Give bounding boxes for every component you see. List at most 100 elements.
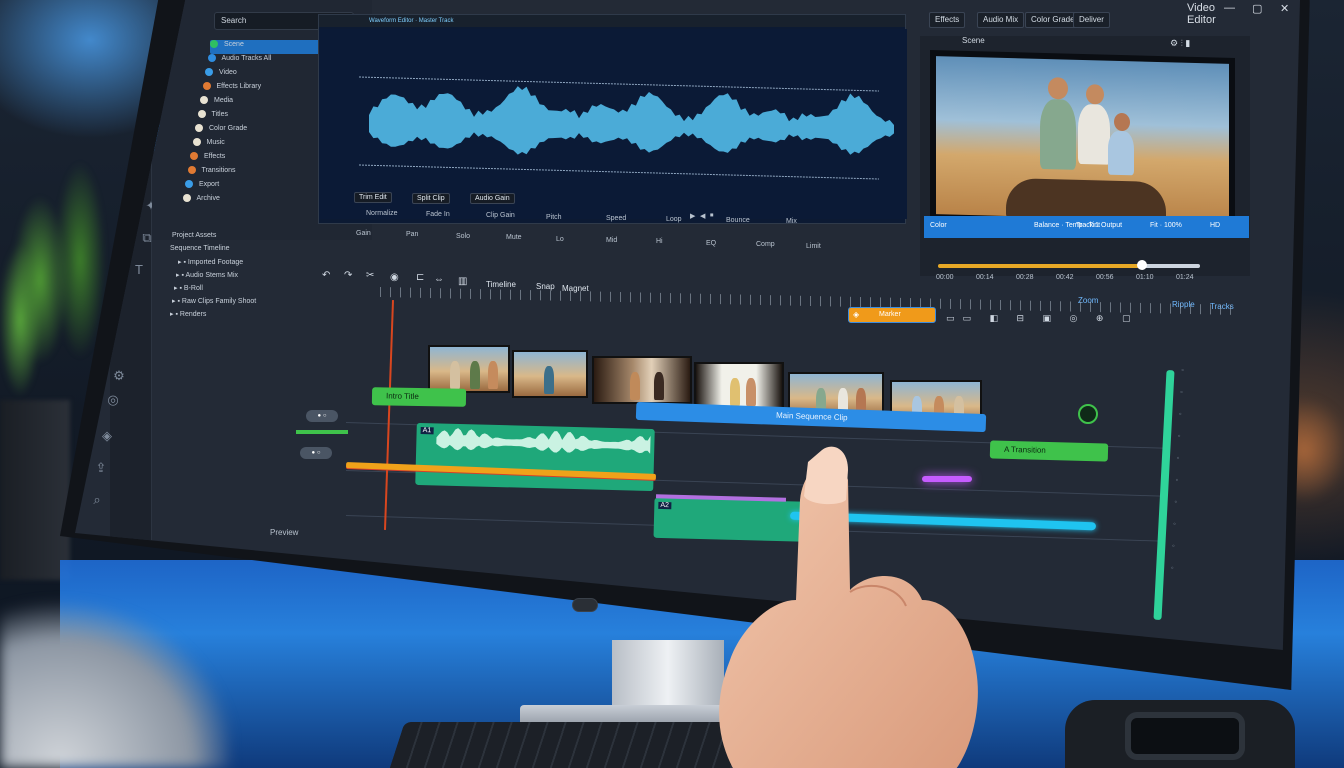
maximize-icon[interactable]: ▢ xyxy=(1252,2,1262,15)
slip-icon[interactable]: ⇔ xyxy=(434,274,444,285)
media-list-item[interactable]: Transitions xyxy=(187,166,320,180)
media-item-label: Video xyxy=(219,68,237,76)
tab-deliver[interactable]: Deliver xyxy=(1073,12,1110,28)
track-tool-icons[interactable]: ▭▭ ◧ ⊟ ▣ ◎ ⊕ ▢ xyxy=(946,313,1138,324)
trim-icon[interactable]: ⊏ xyxy=(416,272,424,283)
status-bar: Preview xyxy=(270,528,299,537)
waveform-param-label[interactable]: Comp xyxy=(756,241,775,248)
waveform-control-label[interactable]: Loop xyxy=(666,216,682,223)
globe-icon[interactable]: ◎ xyxy=(104,392,122,408)
waveform-control-label[interactable]: Clip Gain xyxy=(486,212,515,219)
media-item-label: Color Grade xyxy=(209,124,248,132)
tab-effects[interactable]: Effects xyxy=(929,12,966,28)
right-tabs: Effects Audio Mix Color Grade Deliver Video… xyxy=(925,2,1225,30)
razor-icon[interactable]: ✂ xyxy=(366,270,374,281)
tab-audio-mix[interactable]: Audio Mix xyxy=(977,12,1025,28)
video-thumbnail[interactable] xyxy=(592,356,692,404)
audio-clip[interactable]: A1 xyxy=(415,422,655,492)
waveform-tool-button[interactable]: Trim Edit xyxy=(354,192,392,203)
media-list-item[interactable]: Titles xyxy=(197,110,338,124)
text-icon[interactable]: T xyxy=(130,262,148,278)
keyframe-marker[interactable] xyxy=(1078,404,1098,424)
color-dot-icon xyxy=(210,40,218,48)
media-list-item[interactable]: Effects xyxy=(190,152,324,166)
media-list-item[interactable]: Export xyxy=(185,180,315,194)
project-tree-label: Renders xyxy=(179,311,207,318)
project-tree-item[interactable]: Sequence Timeline xyxy=(170,245,230,259)
waveform-control-label[interactable]: Mix xyxy=(786,218,797,225)
tag-icon[interactable]: ◈ xyxy=(98,428,116,444)
media-list-item[interactable]: Music xyxy=(192,138,329,152)
track-toggle[interactable]: ● ○ xyxy=(306,410,338,422)
audio-meter-icon[interactable]: ▥ xyxy=(458,276,467,287)
marker-pill[interactable]: ◈ Marker xyxy=(848,307,936,323)
color-dot-icon xyxy=(185,180,193,188)
transition-clip[interactable]: A Transition xyxy=(989,440,1109,462)
project-tree-label: Project Assets xyxy=(172,232,217,239)
project-tree-item[interactable]: ▸ ▪ Audio Stems Mix xyxy=(176,271,238,285)
project-tree-label: Raw Clips Family Shoot xyxy=(181,298,257,305)
waveform-control-label[interactable]: Fade In xyxy=(426,211,450,218)
waveform-param-label[interactable]: Gain xyxy=(356,230,371,237)
person-body xyxy=(1108,130,1134,176)
minimize-icon[interactable]: — xyxy=(1224,2,1235,14)
video-thumbnail[interactable] xyxy=(694,362,784,410)
preview-bar-label[interactable]: HD xyxy=(1210,222,1220,229)
color-dot-icon xyxy=(192,138,201,146)
project-tree-item[interactable]: ▸ ▪ Raw Clips Family Shoot xyxy=(172,297,256,311)
waveform-param-label[interactable]: Lo xyxy=(556,236,564,243)
preview-bar-label[interactable]: Fit · 100% xyxy=(1150,222,1182,229)
person-shoulder xyxy=(0,560,230,768)
waveform-param-label[interactable]: Solo xyxy=(456,233,470,240)
track-level-meter xyxy=(296,430,348,434)
color-dot-icon xyxy=(182,194,191,202)
preview-bar[interactable]: Color Balance · Temp · Tint Track 1 Output… xyxy=(924,216,1249,238)
waveform-param-label[interactable]: Hi xyxy=(656,238,663,245)
export-icon[interactable]: ⇪ xyxy=(92,460,110,476)
waveform-tool-button[interactable]: Audio Gain xyxy=(470,193,515,205)
track-side-icons[interactable]: ◦ ◦ ◦ ◦ ◦ ◦ ◦ ◦ ◦ ◦ xyxy=(1170,359,1211,580)
video-thumbnail[interactable] xyxy=(512,350,588,398)
controller-device xyxy=(1065,700,1295,768)
rewind-icon[interactable]: ◀ xyxy=(700,212,705,220)
color-dot-icon xyxy=(200,96,208,104)
project-tree-item[interactable]: ▸ ▪ Imported Footage xyxy=(178,258,243,272)
preview-bar-label[interactable]: Color xyxy=(930,222,947,229)
project-tree-item[interactable]: ▸ ▪ B-Roll xyxy=(174,284,203,298)
waveform-param-label[interactable]: Mid xyxy=(606,237,617,244)
waveform-header: Waveform Editor · Master Track xyxy=(319,15,905,27)
timeline-label: Timeline xyxy=(486,280,516,289)
settings-icon[interactable]: ⚙ xyxy=(110,368,128,384)
waveform-param-label[interactable]: Pan xyxy=(406,231,418,238)
title-clip[interactable]: Intro Title xyxy=(371,387,467,407)
preview-bar-label[interactable]: Track 1 Output xyxy=(1076,222,1122,229)
playhead[interactable] xyxy=(383,300,395,530)
select-icon[interactable]: ◉ xyxy=(390,272,399,283)
video-thumbnail[interactable] xyxy=(428,345,510,393)
person-body xyxy=(1040,98,1076,170)
audio-clip-waveform xyxy=(436,428,651,454)
track-toggle[interactable]: ● ○ xyxy=(300,447,332,459)
play-icon[interactable]: ▶ xyxy=(690,212,695,220)
project-tree-item[interactable]: Project Assets xyxy=(172,232,216,246)
waveform-param-label[interactable]: Mute xyxy=(506,234,522,241)
waveform-control-label[interactable]: Pitch xyxy=(546,214,562,221)
project-tree-item[interactable]: ▸ ▪ Renders xyxy=(170,310,206,324)
folder-icon: ▸ ▪ xyxy=(172,298,182,305)
redo-icon[interactable]: ↷ xyxy=(344,270,352,281)
preview-title: Scene xyxy=(962,36,985,45)
undo-icon[interactable]: ↶ xyxy=(322,270,330,281)
stop-icon[interactable]: ⏹ xyxy=(710,212,714,220)
waveform-control-label[interactable]: Normalize xyxy=(366,210,398,217)
search-icon[interactable]: ⌕ xyxy=(88,492,106,508)
close-icon[interactable]: ✕ xyxy=(1280,2,1289,15)
media-list-item[interactable]: Archive xyxy=(182,194,311,208)
media-list-item[interactable]: Color Grade xyxy=(195,124,333,138)
waveform-control-label[interactable]: Bounce xyxy=(726,217,750,224)
marker-icon: ◈ xyxy=(853,310,860,319)
waveform-param-label[interactable]: EQ xyxy=(706,240,716,247)
waveform-tool-button[interactable]: Split Clip xyxy=(412,192,450,204)
waveform-param-label[interactable]: Limit xyxy=(806,243,821,250)
waveform-control-label[interactable]: Speed xyxy=(606,215,626,222)
preview-tools-icon[interactable]: ⚙ ⫶ ▮ xyxy=(1170,38,1190,49)
